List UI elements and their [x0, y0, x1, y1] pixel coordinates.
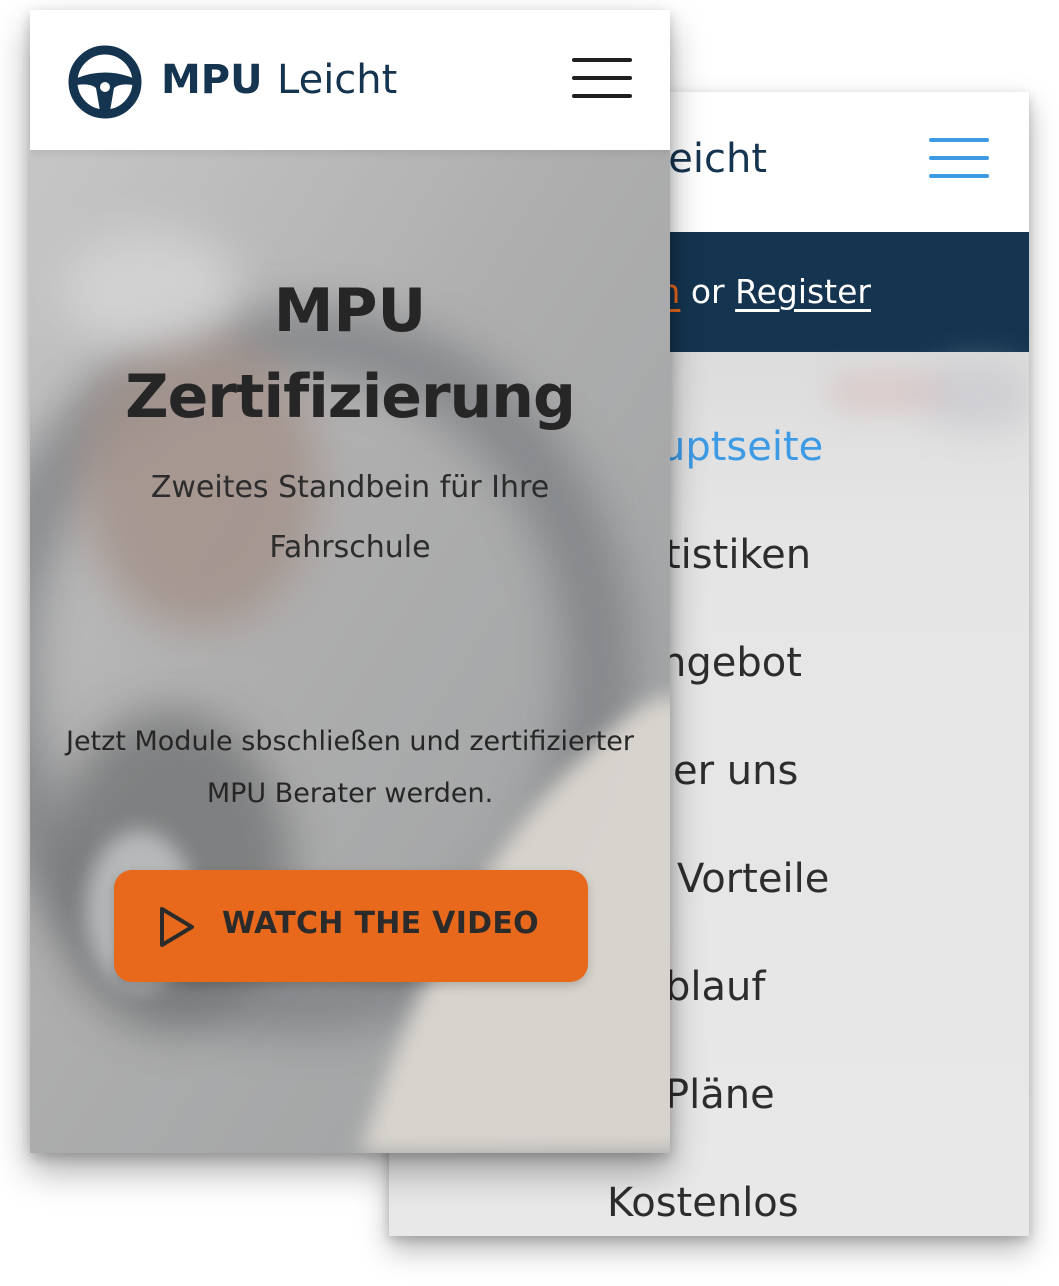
- nav-item-hauptseite[interactable]: uptseite: [660, 424, 1029, 470]
- play-icon: [160, 907, 194, 947]
- site-header: MPU Leicht: [30, 10, 670, 150]
- brand-name-light[interactable]: Leicht: [277, 57, 397, 103]
- watch-video-button[interactable]: WATCH THE VIDEO: [114, 870, 588, 982]
- hero-title: MPU Zertifizierung: [30, 268, 670, 440]
- nav-item-ablauf[interactable]: blauf: [665, 964, 1029, 1010]
- brand-name-bold[interactable]: MPU: [161, 57, 263, 103]
- hamburger-menu-icon[interactable]: [929, 138, 991, 182]
- background-blur: [929, 362, 1029, 432]
- hero-description: Jetzt Module sbschließen und zertifizier…: [65, 726, 635, 809]
- watch-video-label: WATCH THE VIDEO: [222, 906, 539, 941]
- auth-separator: or: [690, 272, 725, 311]
- nav-item-plaene[interactable]: Pläne: [665, 1072, 1029, 1118]
- nav-item-vorteile[interactable]: Vorteile: [677, 856, 1029, 902]
- mobile-screen-hero: MPU Leicht MPU Zertifizierung Zweites St…: [30, 10, 670, 1153]
- hero-title-line2: Zertifizierung: [125, 362, 576, 432]
- nav-item-statistiken[interactable]: tistiken: [665, 532, 1029, 578]
- register-link[interactable]: Register: [735, 272, 871, 311]
- nav-item-angebot[interactable]: ngebot: [661, 640, 1029, 686]
- hamburger-menu-icon[interactable]: [572, 58, 634, 102]
- hero-title-line1: MPU: [273, 276, 427, 346]
- hero-subtitle: Zweites Standbein für Ihre Fahrschule: [150, 470, 550, 565]
- hero-section: MPU Zertifizierung Zweites Standbein für…: [30, 150, 670, 1153]
- nav-item-kostenlos[interactable]: Kostenlos: [607, 1180, 1029, 1226]
- nav-item-ueber-uns[interactable]: er uns: [673, 748, 1029, 794]
- steering-wheel-icon[interactable]: [68, 45, 142, 119]
